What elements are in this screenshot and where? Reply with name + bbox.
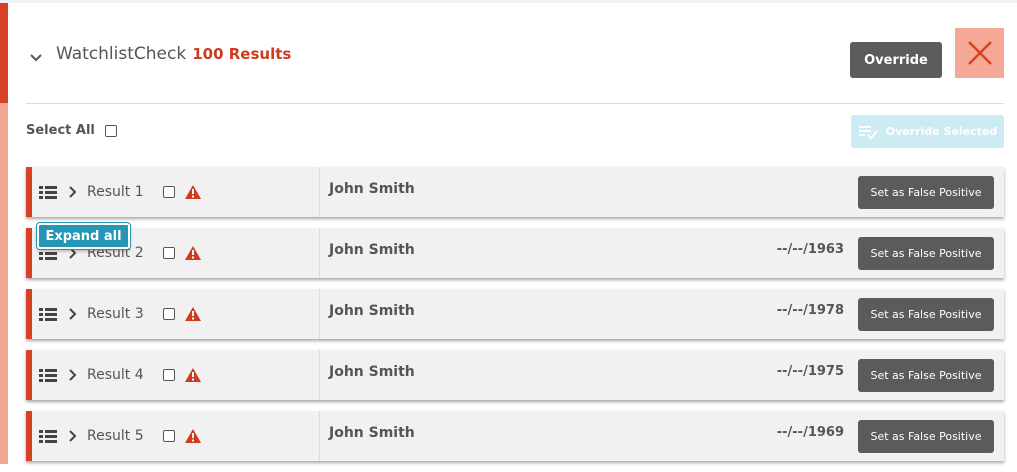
row-separator <box>319 350 320 400</box>
warning-icon <box>185 185 201 199</box>
section-header: WatchlistCheck 100 Results <box>26 40 291 68</box>
result-label: Result 5 <box>87 428 144 444</box>
results-list: Result 1 John Smith Set as False Positiv… <box>26 167 1004 472</box>
chevron-right-icon[interactable] <box>69 186 79 198</box>
section-title: WatchlistCheck <box>56 44 187 64</box>
match-name: John Smith <box>329 181 415 197</box>
false-positive-button[interactable]: Set as False Positive <box>858 176 994 209</box>
select-all-label: Select All <box>26 123 95 138</box>
match-name: John Smith <box>329 303 415 319</box>
match-dob: --/--/1969 <box>776 425 844 440</box>
result-label: Result 3 <box>87 306 144 322</box>
chevron-down-icon[interactable] <box>26 48 46 68</box>
close-icon <box>967 41 992 65</box>
row-checkbox[interactable] <box>163 247 175 259</box>
divider <box>26 103 1004 104</box>
match-name: John Smith <box>329 425 415 441</box>
list-item: Result 4 John Smith --/--/1975 Set as Fa… <box>26 350 1004 400</box>
list-icon[interactable] <box>39 307 57 321</box>
row-separator <box>319 289 320 339</box>
override-selected-button[interactable]: Override Selected <box>851 115 1004 148</box>
false-positive-button[interactable]: Set as False Positive <box>858 298 994 331</box>
row-separator <box>319 167 320 217</box>
row-checkbox[interactable] <box>163 369 175 381</box>
warning-icon <box>185 368 201 382</box>
false-positive-button[interactable]: Set as False Positive <box>858 237 994 270</box>
chevron-right-icon[interactable] <box>69 369 79 381</box>
override-button[interactable]: Override <box>850 42 942 78</box>
warning-icon <box>185 429 201 443</box>
list-icon[interactable] <box>39 368 57 382</box>
match-dob: --/--/1963 <box>776 242 844 257</box>
list-item: Result 3 John Smith --/--/1978 Set as Fa… <box>26 289 1004 339</box>
row-separator <box>319 411 320 461</box>
list-item: Result 5 John Smith --/--/1969 Set as Fa… <box>26 411 1004 461</box>
row-separator <box>319 228 320 278</box>
list-icon[interactable] <box>39 429 57 443</box>
warning-icon <box>185 307 201 321</box>
list-check-icon <box>858 125 878 139</box>
chevron-right-icon[interactable] <box>69 430 79 442</box>
select-all: Select All <box>26 123 117 138</box>
list-item: Result 2 John Smith --/--/1963 Set as Fa… <box>26 228 1004 278</box>
row-checkbox[interactable] <box>163 308 175 320</box>
results-count: 100 Results <box>192 45 292 63</box>
match-dob: --/--/1975 <box>776 364 844 379</box>
top-strip <box>0 0 1017 3</box>
false-positive-button[interactable]: Set as False Positive <box>858 420 994 453</box>
false-positive-button[interactable]: Set as False Positive <box>858 359 994 392</box>
section-accent-bar-light <box>0 103 8 464</box>
result-label: Result 1 <box>87 184 144 200</box>
list-icon[interactable] <box>39 185 57 199</box>
close-button[interactable] <box>955 28 1004 78</box>
warning-icon <box>185 246 201 260</box>
select-all-checkbox[interactable] <box>104 124 117 137</box>
list-item: Result 1 John Smith Set as False Positiv… <box>26 167 1004 217</box>
expand-all-tooltip: Expand all <box>37 223 130 249</box>
override-selected-label: Override Selected <box>885 125 998 138</box>
result-label: Result 4 <box>87 367 144 383</box>
row-checkbox[interactable] <box>163 186 175 198</box>
match-name: John Smith <box>329 364 415 380</box>
chevron-right-icon[interactable] <box>69 308 79 320</box>
match-dob: --/--/1978 <box>776 303 844 318</box>
match-name: John Smith <box>329 242 415 258</box>
row-checkbox[interactable] <box>163 430 175 442</box>
section-accent-bar <box>0 3 8 103</box>
